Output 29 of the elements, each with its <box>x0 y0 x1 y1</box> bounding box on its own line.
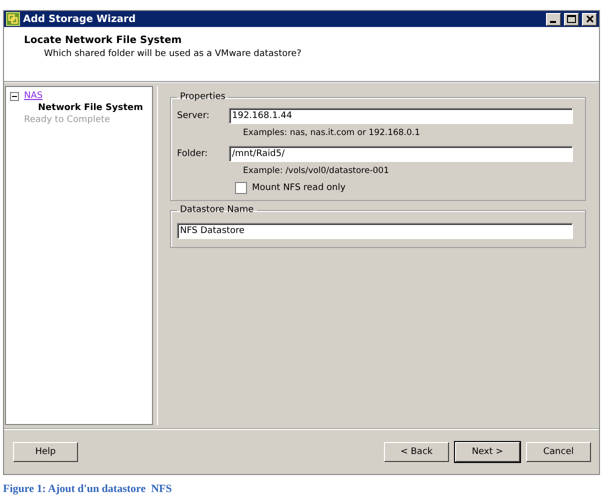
help-button[interactable]: Help <box>13 442 78 462</box>
server-field[interactable]: 192.168.1.44 <box>229 108 573 124</box>
field-label: Server: <box>177 111 210 121</box>
field-hint: Examples: nas, nas.it.com or 192.168.0.1 <box>243 128 422 138</box>
close-button[interactable] <box>582 12 597 26</box>
maximize-button[interactable] <box>564 12 579 26</box>
page-subtitle: Which shared folder will be used as a VMware datastore? <box>44 49 302 59</box>
minimize-button[interactable] <box>546 12 561 26</box>
datastore-name-field[interactable]: NFS Datastore <box>177 223 573 239</box>
wizard-step: Network File System <box>38 103 144 113</box>
folder-field[interactable]: /mnt/Raid5/ <box>229 146 573 162</box>
figure-caption: Figure 1: Ajout d'un datastore NFS <box>3 483 173 495</box>
wizard-step[interactable]: NAS <box>24 91 43 101</box>
back-button[interactable]: < Back <box>384 442 449 462</box>
window-title: Add Storage Wizard <box>23 14 137 24</box>
close-icon <box>586 15 594 23</box>
maximize-icon <box>567 15 576 23</box>
collapse-icon[interactable] <box>10 92 19 100</box>
field-label: Folder: <box>177 149 209 159</box>
next-button[interactable]: Next > <box>455 442 520 462</box>
checkbox-label: Mount NFS read only <box>252 183 346 193</box>
group-title: Datastore Name <box>179 205 255 215</box>
page-title: Locate Network File System <box>24 35 183 46</box>
cancel-button[interactable]: Cancel <box>526 442 591 462</box>
group-title: Properties <box>179 92 226 102</box>
app-icon <box>6 12 20 26</box>
wizard-step: Ready to Complete <box>24 115 110 125</box>
checkbox[interactable] <box>235 182 247 194</box>
field-hint: Example: /vols/vol0/datastore-001 <box>243 166 390 176</box>
